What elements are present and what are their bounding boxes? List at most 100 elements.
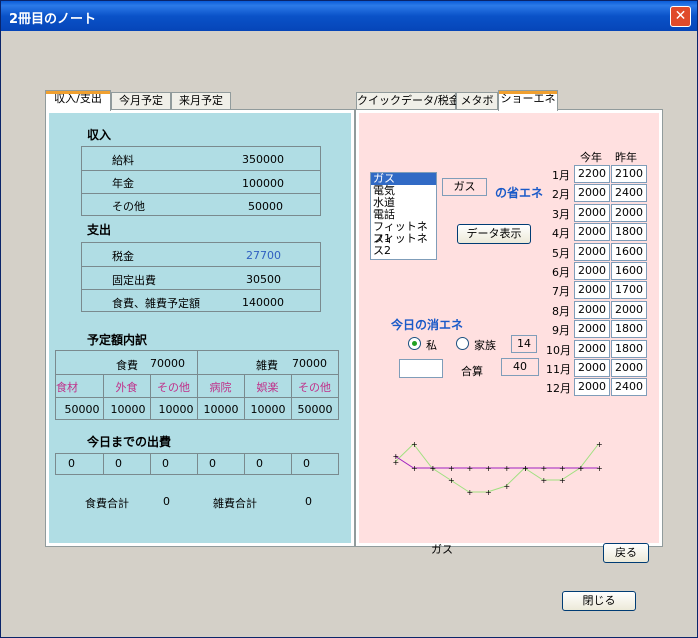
this-year-value[interactable]: 2000 [574, 223, 610, 242]
spent-value: 0 [209, 457, 216, 470]
energy-category-list[interactable]: ガス 電気 水道 電話 フィットネス1 フィットネス2 [370, 172, 437, 260]
list-item[interactable]: フィットネス2 [371, 233, 436, 257]
window-title: 2冊目のノート [9, 12, 97, 27]
budget-table: 食費 70000 雑費 70000 食材 外食 その他 病院 娯楽 その他 50… [55, 350, 339, 420]
tab-next-month-plan[interactable]: 来月予定 [171, 92, 231, 110]
expense-label-tax: 税金 [112, 250, 134, 263]
spent-value: 0 [162, 457, 169, 470]
budget-sub-value: 10000 [203, 403, 239, 416]
this-year-value[interactable]: 2200 [574, 165, 610, 183]
last-year-value[interactable]: 1800 [611, 223, 647, 242]
close-window-button[interactable]: ✕ [670, 6, 691, 27]
income-expense-panel: 収入 給料 350000 年金 100000 その他 50000 支出 税金 2 [45, 109, 355, 547]
budget-sub-header: その他 [157, 381, 190, 394]
last-year-value[interactable]: 2000 [611, 300, 647, 319]
radio-family[interactable] [456, 337, 469, 350]
chart-point-marker: + [467, 464, 474, 473]
this-year-value[interactable]: 2000 [574, 184, 610, 203]
budget-sub-header: 外食 [115, 381, 138, 394]
chart-point-marker: + [485, 464, 492, 473]
month-label: 10月 [546, 343, 571, 357]
income-value-pension: 100000 [242, 177, 284, 190]
energy-saving-panel: ガス 電気 水道 電話 フィットネス1 フィットネス2 ガス の省エネ データ表… [355, 109, 663, 563]
budget-sub-header: 娯楽 [256, 381, 279, 394]
this-year-value[interactable]: 2000 [574, 242, 610, 261]
last-year-value[interactable]: 1800 [611, 339, 647, 358]
last-year-value[interactable]: 2100 [611, 165, 647, 183]
family-count-field: 14 [511, 335, 537, 353]
tab-metabo[interactable]: メタボ [456, 92, 498, 110]
this-year-value[interactable]: 2000 [574, 320, 610, 339]
spent-value: 0 [303, 457, 310, 470]
energy-chart: +++++ ++++ +++++ + + + + + + + + + + [393, 440, 603, 497]
month-label: 11月 [546, 363, 571, 376]
energy-input[interactable] [399, 359, 443, 378]
expense-value-food-misc: 140000 [242, 296, 284, 309]
income-label-salary: 給料 [112, 154, 134, 167]
chart-point-marker: + [596, 440, 603, 449]
month-label: 8月 [552, 304, 570, 318]
this-year-value[interactable]: 2000 [574, 203, 610, 222]
total-label: 合算 [461, 365, 483, 378]
last-year-value[interactable]: 2400 [611, 378, 647, 397]
month-label: 2月 [552, 188, 570, 202]
title-bar: 2冊目のノート ✕ [1, 1, 697, 31]
month-label: 4月 [552, 227, 570, 241]
chart-point-marker: + [559, 464, 566, 473]
tab-quick-data-tax[interactable]: クイックデータ/税金 [356, 92, 460, 110]
income-label-pension: 年金 [112, 177, 134, 190]
tab-income-expense[interactable]: 収入/支出 [45, 90, 111, 111]
show-data-button[interactable]: データ表示 [457, 224, 531, 244]
this-year-value[interactable]: 2000 [574, 281, 610, 300]
income-label-other: その他 [112, 200, 145, 213]
chart-point-marker: + [448, 476, 455, 485]
month-label: 12月 [546, 382, 571, 396]
chart-point-marker: + [430, 464, 437, 473]
radio-me[interactable] [408, 337, 421, 350]
tab-energy-saving[interactable]: ショーエネ [498, 90, 558, 111]
main-window: 2冊目のノート ✕ 収入/支出 今月予定 来月予定 クイックデータ/税金 メタボ… [0, 0, 698, 638]
income-value-other: 50000 [248, 200, 283, 213]
income-value-salary: 350000 [242, 153, 284, 166]
food-total-label: 食費合計 [85, 497, 129, 510]
close-dialog-button[interactable]: 閉じる [562, 591, 636, 611]
radio-family-label: 家族 [474, 339, 496, 352]
this-year-value[interactable]: 2000 [574, 339, 610, 358]
this-year-value[interactable]: 2000 [574, 359, 610, 377]
chart-point-marker: + [393, 452, 400, 461]
expense-value-tax: 27700 [246, 249, 281, 262]
selected-category-field: ガス [442, 178, 487, 196]
this-year-series-line [394, 455, 599, 469]
last-year-value[interactable]: 2000 [611, 203, 647, 222]
budget-sub-header: 食材 [56, 381, 78, 394]
chart-point-marker: + [541, 476, 548, 485]
budget-sub-header: その他 [298, 381, 331, 394]
this-year-value[interactable]: 2000 [574, 262, 610, 280]
this-year-value[interactable]: 2000 [574, 378, 610, 397]
last-year-value[interactable]: 1800 [611, 320, 647, 339]
this-year-value[interactable]: 2000 [574, 300, 610, 319]
budget-misc-label: 雑費 [256, 359, 278, 372]
chart-point-marker: + [559, 476, 566, 485]
chart-point-marker: + [448, 464, 455, 473]
food-total-value: 0 [163, 495, 170, 508]
energy-saving-title: の省エネ [495, 186, 544, 200]
radio-me-label: 私 [426, 339, 437, 352]
back-button[interactable]: 戻る [603, 543, 649, 563]
budget-sub-value: 50000 [297, 403, 333, 416]
month-label: 3月 [552, 207, 570, 221]
chart-point-marker: + [467, 488, 474, 497]
budget-sub-value: 10000 [158, 403, 194, 416]
last-year-value[interactable]: 1600 [611, 262, 647, 280]
chart-point-marker: + [578, 464, 585, 473]
tab-this-month-plan[interactable]: 今月予定 [111, 92, 171, 110]
misc-total-value: 0 [305, 495, 312, 508]
header-last-year: 昨年 [615, 151, 637, 164]
left-tabbar: 収入/支出 今月予定 来月予定 [45, 90, 245, 111]
last-year-value[interactable]: 1600 [611, 242, 647, 261]
last-year-value[interactable]: 1700 [611, 281, 647, 300]
chart-point-marker: + [504, 482, 511, 491]
total-value-field: 40 [501, 358, 539, 376]
last-year-value[interactable]: 2000 [611, 359, 647, 377]
last-year-value[interactable]: 2400 [611, 184, 647, 203]
